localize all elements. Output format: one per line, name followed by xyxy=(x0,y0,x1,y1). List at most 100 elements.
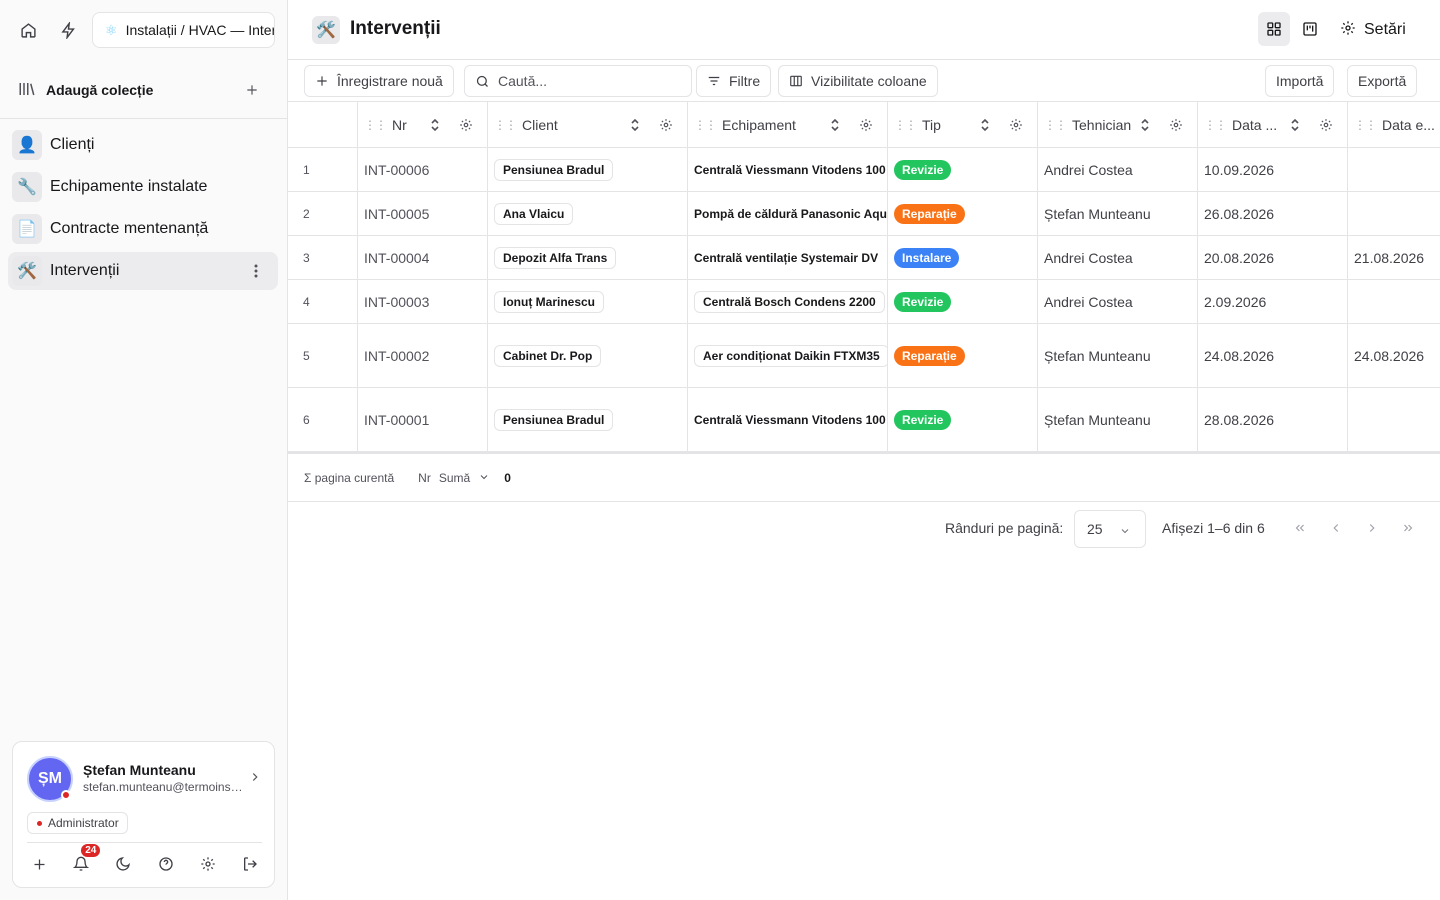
equipment-chip[interactable]: Aer condiționat Daikin FTXM35 xyxy=(694,344,887,367)
table-row[interactable]: 3 INT-00004 Depozit Alfa Trans Centrală … xyxy=(288,236,1440,280)
cell-technician[interactable]: Ștefan Munteanu xyxy=(1038,192,1198,235)
cell-client[interactable]: Ana Vlaicu xyxy=(488,192,688,235)
prev-page-icon[interactable] xyxy=(1326,518,1346,538)
cell-date[interactable]: 24.08.2026 xyxy=(1198,324,1348,387)
cell-date[interactable]: 28.08.2026 xyxy=(1198,388,1348,451)
gear-icon[interactable] xyxy=(1169,118,1183,135)
export-button[interactable]: Exportă xyxy=(1347,65,1418,97)
cell-nr[interactable]: INT-00002 xyxy=(358,324,488,387)
cell-type[interactable]: Revizie xyxy=(888,148,1038,191)
plus-icon[interactable] xyxy=(242,80,262,100)
header-date-end[interactable]: ⋮⋮ Data e... xyxy=(1348,102,1440,147)
plus-icon[interactable] xyxy=(27,852,51,876)
drag-handle-icon[interactable]: ⋮⋮ xyxy=(364,118,387,132)
search-input[interactable] xyxy=(498,73,678,89)
cell-type[interactable]: Reparație xyxy=(888,324,1038,387)
cell-date[interactable]: 10.09.2026 xyxy=(1198,148,1348,191)
cell-equipment[interactable]: Pompă de căldură Panasonic Aquarea xyxy=(688,192,888,235)
header-type[interactable]: ⋮⋮ Tip xyxy=(888,102,1038,147)
table-row[interactable]: 2 INT-00005 Ana Vlaicu Pompă de căldură … xyxy=(288,192,1440,236)
cell-nr[interactable]: INT-00006 xyxy=(358,148,488,191)
gear-icon[interactable] xyxy=(659,118,673,135)
cell-equipment[interactable]: Centrală ventilație Systemair DV xyxy=(688,236,888,279)
cell-date-end[interactable] xyxy=(1348,192,1440,235)
cell-type[interactable]: Instalare xyxy=(888,236,1038,279)
cell-equipment[interactable]: Aer condiționat Daikin FTXM35 xyxy=(688,324,888,387)
search-box[interactable] xyxy=(464,65,692,97)
table-row[interactable]: 4 INT-00003 Ionuț Marinescu Centrală Bos… xyxy=(288,280,1440,324)
cell-nr[interactable]: INT-00001 xyxy=(358,388,488,451)
sort-icon[interactable] xyxy=(979,118,991,135)
sidebar-item-contracte[interactable]: 📄 Contracte mentenanță xyxy=(8,210,278,248)
cell-date[interactable]: 2.09.2026 xyxy=(1198,280,1348,323)
cell-technician[interactable]: Andrei Costea xyxy=(1038,280,1198,323)
equipment-chip[interactable]: Centrală Viessmann Vitodens 100 xyxy=(694,163,886,177)
cell-technician[interactable]: Ștefan Munteanu xyxy=(1038,324,1198,387)
cell-nr[interactable]: INT-00003 xyxy=(358,280,488,323)
sidebar-item-clienti[interactable]: 👤 Clienți xyxy=(8,126,278,164)
more-vertical-icon[interactable] xyxy=(246,261,266,281)
sort-icon[interactable] xyxy=(1139,118,1151,135)
filters-button[interactable]: Filtre xyxy=(696,65,772,97)
next-page-icon[interactable] xyxy=(1362,518,1382,538)
lightning-icon[interactable] xyxy=(54,16,82,44)
workspace-breadcrumb[interactable]: ⚛ Instalații / HVAC — Intervenții xyxy=(92,12,275,48)
help-icon[interactable] xyxy=(154,852,178,876)
import-button[interactable]: Importă xyxy=(1265,65,1335,97)
cell-technician[interactable]: Ștefan Munteanu xyxy=(1038,388,1198,451)
drag-handle-icon[interactable]: ⋮⋮ xyxy=(694,118,717,132)
sidebar-item-interventii[interactable]: 🛠️ Intervenții xyxy=(8,252,278,290)
client-chip[interactable]: Ana Vlaicu xyxy=(494,202,574,225)
client-chip[interactable]: Pensiunea Bradul xyxy=(494,158,614,181)
drag-handle-icon[interactable]: ⋮⋮ xyxy=(894,118,917,132)
gear-icon[interactable] xyxy=(196,852,220,876)
cell-equipment[interactable]: Centrală Viessmann Vitodens 100 xyxy=(688,148,888,191)
kanban-view-icon[interactable] xyxy=(1294,12,1326,46)
cell-date-end[interactable]: 24.08.2026 xyxy=(1348,324,1440,387)
table-row[interactable]: 5 INT-00002 Cabinet Dr. Pop Aer condițio… xyxy=(288,324,1440,388)
drag-handle-icon[interactable]: ⋮⋮ xyxy=(1044,118,1067,132)
header-client[interactable]: ⋮⋮ Client xyxy=(488,102,688,147)
header-nr[interactable]: ⋮⋮ Nr xyxy=(358,102,488,147)
cell-type[interactable]: Reparație xyxy=(888,192,1038,235)
client-chip[interactable]: Ionuț Marinescu xyxy=(494,290,605,313)
header-technician[interactable]: ⋮⋮ Tehnician xyxy=(1038,102,1198,147)
cell-date[interactable]: 26.08.2026 xyxy=(1198,192,1348,235)
header-equipment[interactable]: ⋮⋮ Echipament xyxy=(688,102,888,147)
cell-type[interactable]: Revizie xyxy=(888,388,1038,451)
summary-aggregate-select[interactable]: Sumă xyxy=(439,471,470,485)
client-chip[interactable]: Cabinet Dr. Pop xyxy=(494,344,602,367)
first-page-icon[interactable] xyxy=(1290,518,1310,538)
drag-handle-icon[interactable]: ⋮⋮ xyxy=(1204,118,1227,132)
cell-nr[interactable]: INT-00004 xyxy=(358,236,488,279)
cell-date-end[interactable] xyxy=(1348,280,1440,323)
drag-handle-icon[interactable]: ⋮⋮ xyxy=(494,118,517,132)
gear-icon[interactable] xyxy=(859,118,873,135)
cell-client[interactable]: Pensiunea Bradul xyxy=(488,388,688,451)
sort-icon[interactable] xyxy=(1289,118,1301,135)
cell-client[interactable]: Depozit Alfa Trans xyxy=(488,236,688,279)
sort-icon[interactable] xyxy=(629,118,641,135)
cell-date-end[interactable]: 21.08.2026 xyxy=(1348,236,1440,279)
gear-icon[interactable] xyxy=(459,118,473,135)
bell-icon[interactable]: 24 xyxy=(69,844,101,876)
last-page-icon[interactable] xyxy=(1398,518,1418,538)
sort-icon[interactable] xyxy=(829,118,841,135)
settings-button[interactable]: Setări xyxy=(1340,14,1406,46)
gear-icon[interactable] xyxy=(1009,118,1023,135)
equipment-chip[interactable]: Pompă de căldură Panasonic Aquarea xyxy=(694,207,887,221)
equipment-chip[interactable]: Centrală ventilație Systemair DV xyxy=(694,251,878,265)
equipment-chip[interactable]: Centrală Viessmann Vitodens 100 xyxy=(694,413,886,427)
moon-icon[interactable] xyxy=(111,852,135,876)
table-row[interactable]: 1 INT-00006 Pensiunea Bradul Centrală Vi… xyxy=(288,148,1440,192)
cell-date[interactable]: 20.08.2026 xyxy=(1198,236,1348,279)
cell-client[interactable]: Cabinet Dr. Pop xyxy=(488,324,688,387)
new-record-button[interactable]: Înregistrare nouă xyxy=(304,65,454,97)
gear-icon[interactable] xyxy=(1319,118,1333,135)
chevron-right-icon[interactable] xyxy=(248,770,262,787)
cell-client[interactable]: Pensiunea Bradul xyxy=(488,148,688,191)
sort-icon[interactable] xyxy=(429,118,441,135)
chevron-down-icon[interactable] xyxy=(478,471,490,486)
cell-client[interactable]: Ionuț Marinescu xyxy=(488,280,688,323)
header-date[interactable]: ⋮⋮ Data ... xyxy=(1198,102,1348,147)
